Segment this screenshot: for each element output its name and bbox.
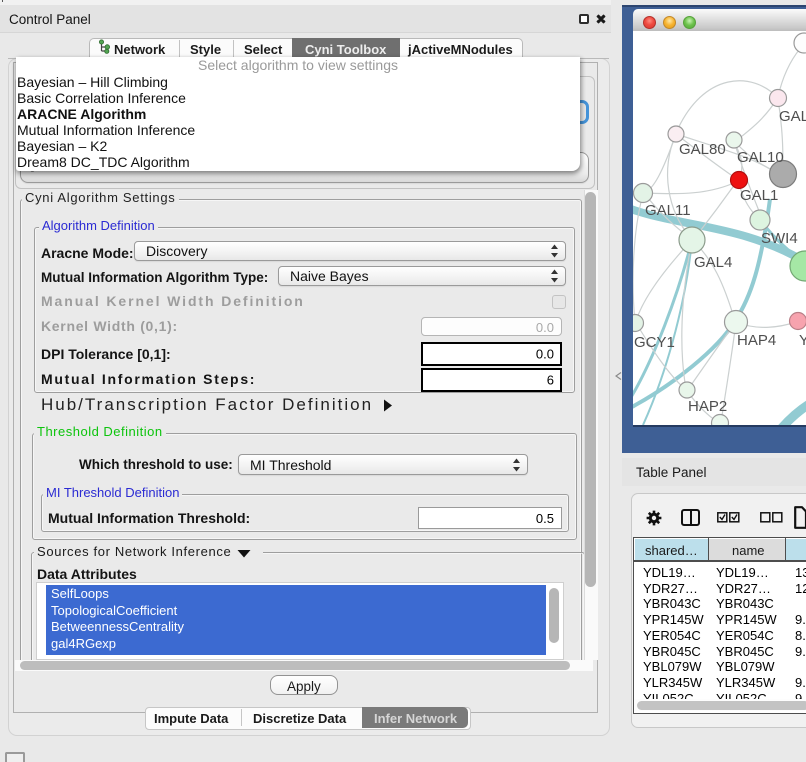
svg-text:GCY1: GCY1 [634, 334, 675, 351]
svg-text:HAP4: HAP4 [737, 332, 776, 349]
svg-text:HAP2: HAP2 [688, 398, 727, 415]
svg-text:GAL1: GAL1 [740, 187, 778, 204]
svg-text:GAL10: GAL10 [737, 149, 784, 166]
svg-text:GAL: GAL [779, 108, 806, 125]
svg-text:GAL80: GAL80 [679, 141, 726, 158]
svg-text:GAL4: GAL4 [694, 254, 732, 271]
svg-text:SWI4: SWI4 [761, 230, 798, 247]
svg-text:GAL11: GAL11 [645, 202, 691, 219]
svg-text:Y: Y [799, 332, 806, 349]
